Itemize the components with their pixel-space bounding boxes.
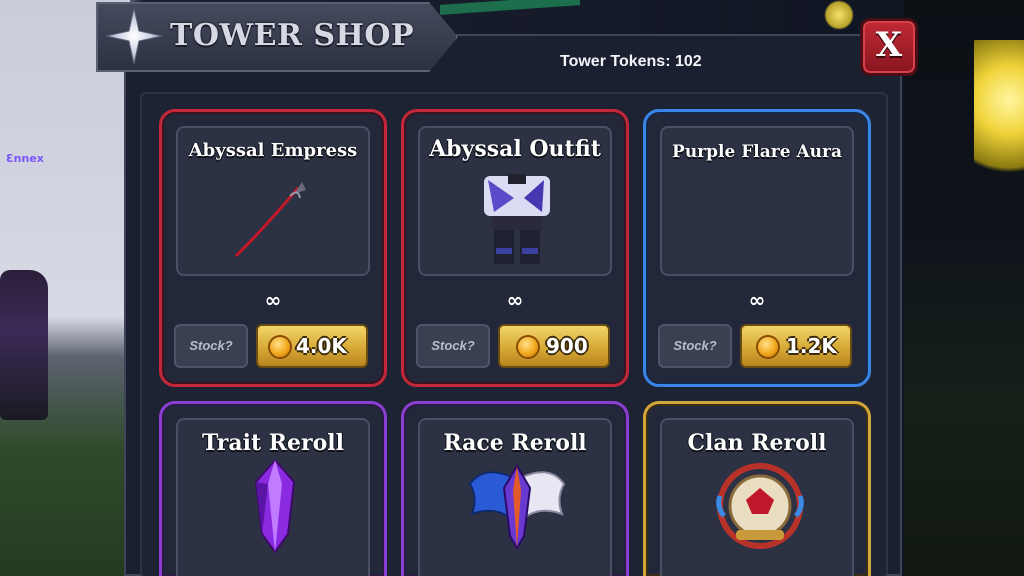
star-icon [105, 7, 163, 65]
buy-button[interactable]: 900 [498, 324, 610, 368]
buy-button[interactable]: 1.2K [740, 324, 852, 368]
shop-item-card[interactable]: Purple Flare Aura ∞ Stock? 1.2K [643, 109, 871, 387]
coin-icon [268, 335, 292, 359]
item-name: Trait Reroll [201, 430, 345, 456]
item-preview: Purple Flare Aura [660, 126, 854, 276]
item-preview: Race Reroll [418, 418, 612, 576]
stock-button[interactable]: Stock? [174, 324, 248, 368]
item-preview: Trait Reroll [176, 418, 370, 576]
stock-button[interactable]: Stock? [658, 324, 732, 368]
tower-tokens-count: Tower Tokens: 102 [560, 53, 702, 70]
shop-item-card[interactable]: Abyssal Empress ∞ Stock? 4.0K [159, 109, 387, 387]
shop-item-card[interactable]: Race Reroll [401, 401, 629, 576]
wing-crystal-icon [468, 464, 566, 550]
lamp-light [974, 40, 1024, 190]
item-preview: Clan Reroll [660, 418, 854, 576]
price-label: 900 [546, 334, 588, 358]
coin-icon [516, 335, 540, 359]
item-preview: Abyssal Empress [176, 126, 370, 276]
item-name: Abyssal Empress [188, 140, 358, 161]
scroll-icon [716, 463, 804, 549]
scythe-icon [234, 182, 306, 258]
close-button[interactable]: X [860, 18, 918, 76]
stock-count: ∞ [264, 288, 282, 312]
shop-item-card[interactable]: Trait Reroll [159, 401, 387, 576]
page-title: TOWER SHOP [170, 18, 415, 53]
close-icon: X [875, 25, 903, 65]
item-name: Abyssal Outfit [429, 136, 601, 162]
stock-count: ∞ [748, 288, 766, 312]
player-character [0, 270, 48, 420]
stock-count: ∞ [506, 288, 524, 312]
coin-icon [756, 335, 780, 359]
stock-button[interactable]: Stock? [416, 324, 490, 368]
green-beam [440, 0, 580, 15]
item-preview: Abyssal Outfit [418, 126, 612, 276]
item-name: Purple Flare Aura [672, 142, 842, 162]
shop-item-card[interactable]: Abyssal Outfit ∞ Stock? 900 [401, 109, 629, 387]
outfit-icon [484, 174, 550, 264]
crystal-icon [254, 458, 296, 554]
shop-item-card[interactable]: Clan Reroll [643, 401, 871, 576]
lamp-light-top [824, 0, 854, 30]
item-name: Clan Reroll [687, 430, 827, 456]
price-label: 1.2K [786, 334, 837, 358]
price-label: 4.0K [296, 334, 347, 358]
buy-button[interactable]: 4.0K [256, 324, 368, 368]
player-name-tag: Ɛnnex [6, 152, 44, 165]
item-name: Race Reroll [443, 430, 587, 456]
